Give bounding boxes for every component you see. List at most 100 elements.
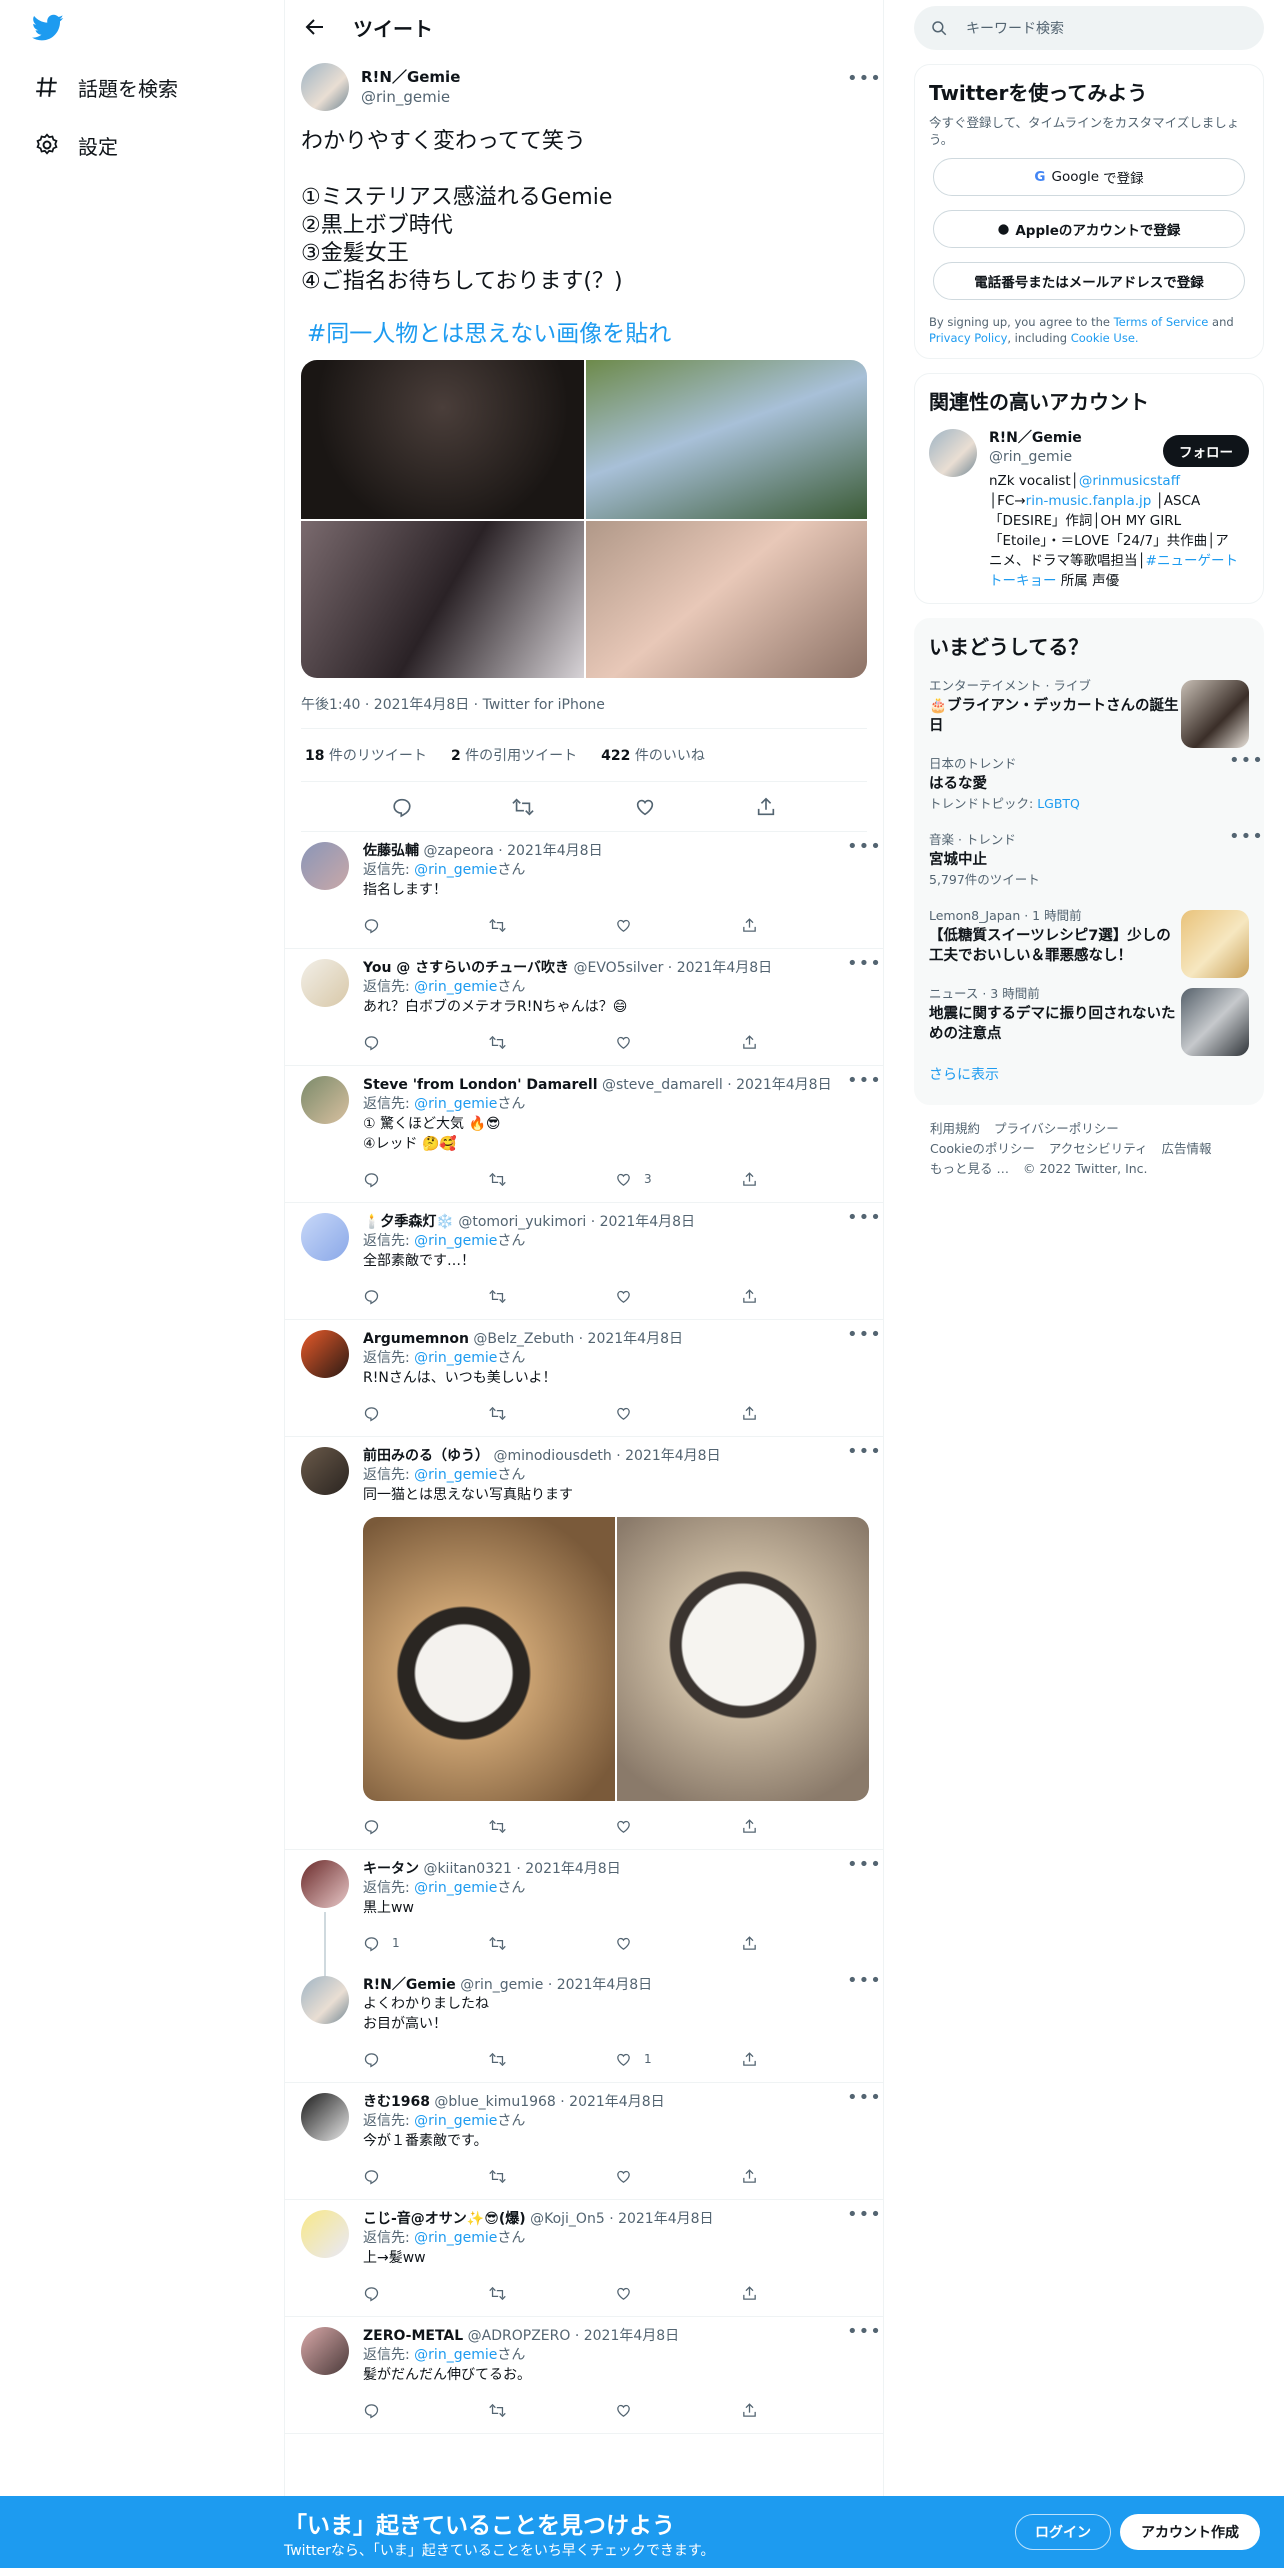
reply-author-name[interactable]: キータン [363, 1861, 419, 1877]
reply-tweet[interactable]: ••• Steve 'from London' Damarell @steve_d… [285, 1066, 883, 1203]
tweet-photo-3[interactable] [301, 521, 584, 678]
retweet-button[interactable] [489, 2285, 615, 2302]
more-icon[interactable]: ••• [847, 1072, 881, 1094]
like-button[interactable] [615, 2168, 741, 2185]
more-icon[interactable]: ••• [1229, 828, 1263, 850]
retweet-button[interactable] [489, 2402, 615, 2419]
reply-to-link[interactable]: @rin_gemie [414, 862, 497, 878]
more-icon[interactable]: ••• [1229, 752, 1263, 774]
reply-to-link[interactable]: @rin_gemie [414, 979, 497, 995]
retweet-button[interactable] [489, 2051, 615, 2068]
tweet-hashtag[interactable]: #同一人物とは思えない画像を貼れ [301, 314, 867, 348]
reply-tweet[interactable]: ••• 前田みのる（ゆう） @minodiousdeth · 2021年4月8日返… [285, 1437, 883, 1850]
like-button[interactable] [615, 1034, 741, 1051]
like-button[interactable] [615, 2402, 741, 2419]
reply-to-link[interactable]: @rin_gemie [414, 1467, 497, 1483]
quotes-stat[interactable]: 2 件の引用ツイート [451, 745, 577, 765]
reply-to-link[interactable]: @rin_gemie [414, 1880, 497, 1896]
show-more-link[interactable]: さらに表示 [929, 1054, 1249, 1092]
privacy-link[interactable]: Privacy Policy [929, 331, 1007, 345]
reply-author-handle[interactable]: @tomori_yukimori [458, 1214, 586, 1230]
reply-button[interactable] [363, 2285, 489, 2302]
tweet-photo-4[interactable] [586, 521, 867, 678]
signup-button[interactable]: アカウント作成 [1120, 2514, 1260, 2550]
reply-button[interactable] [363, 2168, 489, 2185]
share-button[interactable] [741, 1405, 867, 1422]
reply-photo-1[interactable] [363, 1517, 615, 1801]
tweet-photo-2[interactable] [586, 360, 867, 519]
avatar[interactable] [301, 1213, 349, 1261]
reply-author-name[interactable]: Steve 'from London' Damarell [363, 1077, 598, 1093]
reply-photo-2[interactable] [617, 1517, 869, 1801]
reply-author-handle[interactable]: @blue_kimu1968 [434, 2094, 555, 2110]
more-icon[interactable]: ••• [847, 1856, 881, 1878]
footer-link[interactable]: 広告情報 [1162, 1141, 1212, 1156]
tweet-timestamp[interactable]: 午後1:40 · 2021年4月8日 · Twitter for iPhone [301, 694, 867, 729]
nav-settings[interactable]: 設定 [34, 125, 118, 165]
reply-author-handle[interactable]: @Belz_Zebuth [473, 1331, 574, 1347]
reply-to-link[interactable]: @rin_gemie [414, 1096, 497, 1112]
retweet-button[interactable] [489, 1034, 615, 1051]
cookie-link[interactable]: Cookie Use. [1071, 331, 1139, 345]
more-icon[interactable]: ••• [847, 838, 881, 860]
retweet-button[interactable] [489, 1818, 615, 1835]
phone-signup-button[interactable]: 電話番号またはメールアドレスで登録 [933, 262, 1245, 300]
terms-link[interactable]: Terms of Service [1114, 315, 1209, 329]
trend-item[interactable]: 日本のトレンド はるな愛 トレンドトピック: LGBTQ ••• [929, 746, 1263, 822]
reply-tweet[interactable]: ••• ZERO-METAL @ADROPZERO · 2021年4月8日 返信先:… [285, 2317, 883, 2434]
share-button[interactable] [741, 1288, 867, 1305]
reply-author-handle[interactable]: @rin_gemie [460, 1977, 543, 1993]
footer-link[interactable]: Cookieのポリシー [930, 1141, 1035, 1156]
bio-link[interactable]: @rinmusicstaff [1079, 473, 1180, 489]
like-button[interactable]: 1 [615, 2051, 741, 2068]
retweet-button[interactable] [489, 917, 615, 934]
reply-button[interactable] [363, 2051, 489, 2068]
likes-stat[interactable]: 422 件のいいね [601, 745, 705, 765]
more-icon[interactable]: ••• [847, 70, 881, 92]
reply-to-link[interactable]: @rin_gemie [414, 1350, 497, 1366]
reply-author-handle[interactable]: @minodiousdeth [493, 1448, 611, 1464]
reply-author-handle[interactable]: @kiitan0321 [423, 1861, 511, 1877]
footer-link[interactable]: 利用規約 [930, 1121, 980, 1136]
reply-author-name[interactable]: ZERO-METAL [363, 2328, 463, 2344]
footer-link[interactable]: プライバシーポリシー [994, 1121, 1119, 1136]
google-signup-button[interactable]: G Google で登録 [933, 158, 1245, 196]
reply-author-name[interactable]: こじ-音@オサン✨😎(爆) [363, 2211, 526, 2227]
retweet-button[interactable] [489, 1171, 615, 1188]
like-button[interactable] [615, 917, 741, 934]
avatar[interactable] [301, 63, 349, 111]
more-icon[interactable]: ••• [847, 2323, 881, 2345]
reply-button[interactable] [363, 917, 489, 934]
avatar[interactable] [301, 959, 349, 1007]
more-icon[interactable]: ••• [847, 2206, 881, 2228]
author-name[interactable]: R!N／Gemie [361, 67, 460, 87]
avatar[interactable] [301, 1076, 349, 1124]
retweets-stat[interactable]: 18 件のリツイート [305, 745, 427, 765]
avatar[interactable] [929, 429, 977, 477]
trend-item[interactable]: ニュース · 3 時間前 地震に関するデマに振り回されないための注意点 [929, 976, 1249, 1056]
twitter-logo-icon[interactable] [32, 14, 64, 42]
avatar[interactable] [301, 842, 349, 890]
reply-tweet[interactable]: ••• こじ-音@オサン✨😎(爆) @Koji_On5 · 2021年4月8日 返信… [285, 2200, 883, 2317]
reply-date[interactable]: · 2021年4月8日 [579, 1331, 683, 1347]
reply-author-name[interactable]: Argumemnon [363, 1331, 469, 1347]
share-button[interactable] [741, 2402, 867, 2419]
reply-tweet[interactable]: ••• きむ1968 @blue_kimu1968 · 2021年4月8日 返信先:… [285, 2083, 883, 2200]
reply-author-name[interactable]: 前田みのる（ゆう） [363, 1448, 489, 1464]
reply-button[interactable] [363, 1171, 489, 1188]
share-button[interactable] [741, 1034, 867, 1051]
avatar[interactable] [301, 2093, 349, 2141]
avatar[interactable] [301, 1447, 349, 1495]
reply-tweet[interactable]: ••• Argumemnon @Belz_Zebuth · 2021年4月8日 返信… [285, 1320, 883, 1437]
retweet-icon[interactable] [512, 796, 534, 818]
nav-explore[interactable]: 話題を検索 [34, 67, 178, 107]
avatar[interactable] [301, 1860, 349, 1908]
reply-to-link[interactable]: @rin_gemie [414, 1233, 497, 1249]
reply-author-handle[interactable]: @EVO5silver [574, 960, 664, 976]
like-button[interactable] [615, 1935, 741, 1952]
footer-link[interactable]: もっと見る … [930, 1161, 1009, 1176]
retweet-button[interactable] [489, 1935, 615, 1952]
reply-tweet[interactable]: ••• 🕯️夕季森灯❄️ @tomori_yukimori · 2021年4月8日… [285, 1203, 883, 1320]
avatar[interactable] [301, 2210, 349, 2258]
reply-author-handle[interactable]: @zapeora [423, 843, 493, 859]
